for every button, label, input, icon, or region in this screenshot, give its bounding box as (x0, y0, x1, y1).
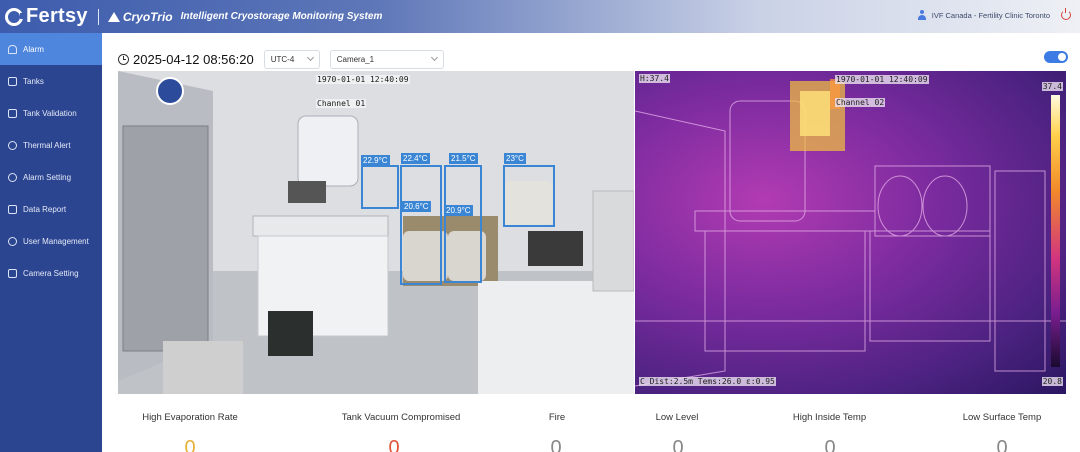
sidebar-item-camera-setting[interactable]: Camera Setting (0, 257, 102, 289)
sidebar-item-user-management[interactable]: User Management (0, 225, 102, 257)
sidebar-item-thermal-alert[interactable]: Thermal Alert (0, 129, 102, 161)
thermal-color-scale (1051, 95, 1060, 367)
main-panel: 2025-04-12 08:56:20 UTC-4 Camera_1 1970-… (102, 33, 1080, 452)
alarm-label: Fire (548, 412, 566, 423)
alarm-count[interactable]: 0 (176, 437, 204, 452)
thermal-info-bar: C Dist:2.5m Tems:26.0 ε:0.95 (639, 377, 776, 386)
logo-text: Fertsy (26, 5, 88, 27)
app-tagline: Intelligent Cryostorage Monitoring Syste… (180, 11, 383, 22)
sidebar-item-data-report[interactable]: Data Report (0, 193, 102, 225)
rgb-timestamp: 1970-01-01 12:40:09 (316, 75, 410, 84)
thermal-channel-label: Channel 02 (835, 98, 886, 107)
alarm-count[interactable]: 0 (988, 437, 1016, 452)
top-bar: Fertsy CryoTrio Intelligent Cryostorage … (0, 0, 1080, 33)
chevron-down-icon (430, 53, 438, 62)
cryotrio-logo-icon (107, 11, 120, 22)
power-icon[interactable] (1061, 8, 1071, 20)
thermal-camera-feed: H:37.4 1970-01-01 12:40:09 Channel 02 37… (635, 71, 1066, 394)
sidebar-item-label: Thermal Alert (23, 140, 71, 150)
tank-temp-label: 20.6°C (402, 201, 431, 212)
camera-views: 1970-01-01 12:40:09 Channel 01 22.9°C 22… (118, 71, 1066, 394)
thermal-timestamp: 1970-01-01 12:40:09 (835, 75, 929, 84)
thermal-icon (8, 140, 17, 150)
toolbar: 2025-04-12 08:56:20 UTC-4 Camera_1 (118, 49, 454, 69)
tank-detection-box (503, 165, 555, 227)
tank-temp-label: 22.9°C (361, 155, 390, 166)
brand2-name: CryoTrio (122, 9, 173, 24)
timezone-select[interactable]: UTC-4 (263, 49, 320, 69)
camera-icon (8, 268, 17, 278)
sidebar-item-label: Alarm Setting (23, 172, 72, 182)
tank-temp-label: 22.4°C (401, 153, 430, 164)
alarm-label: Low Surface Temp (962, 412, 1042, 423)
cryotrio-brand: CryoTrio Intelligent Cryostorage Monitor… (107, 9, 383, 24)
rgb-camera-feed: 1970-01-01 12:40:09 Channel 01 22.9°C 22… (118, 71, 634, 394)
sidebar-item-alarm[interactable]: Alarm (0, 33, 102, 65)
clock-icon (118, 53, 129, 65)
validation-icon (8, 108, 17, 118)
bell-icon (8, 44, 17, 54)
alarm-count[interactable]: 0 (664, 437, 692, 452)
tank-temp-label: 20.9°C (444, 205, 473, 216)
alarm-count[interactable]: 0 (542, 437, 570, 452)
thermal-high-value: H:37.4 (639, 74, 670, 83)
tank-detection-box (444, 165, 482, 283)
current-datetime: 2025-04-12 08:56:20 (133, 51, 254, 67)
rgb-scene (118, 71, 634, 394)
sidebar-item-label: Alarm (23, 44, 44, 54)
user-info[interactable]: IVF Canada - Fertility Clinic Toronto (917, 10, 1050, 20)
thermal-scale-max: 37.4 (1041, 82, 1063, 91)
tank-temp-label: 21.5°C (449, 153, 478, 164)
alarm-label: High Inside Temp (792, 412, 867, 423)
report-icon (8, 204, 17, 214)
rgb-channel-label: Channel 01 (316, 99, 367, 108)
sidebar-item-label: Data Report (23, 204, 67, 214)
thermal-scale-min: 20.8 (1041, 377, 1063, 386)
sidebar-item-tank-validation[interactable]: Tank Validation (0, 97, 102, 129)
camera-select[interactable]: Camera_1 (329, 49, 444, 69)
camera-value: Camera_1 (336, 54, 375, 64)
chevron-down-icon (306, 53, 314, 62)
alarm-label: Low Level (655, 412, 699, 423)
fertsy-logo: Fertsy (5, 5, 88, 28)
sidebar: Alarm Tanks Tank Validation Thermal Aler… (0, 33, 102, 452)
thermal-scene (635, 79, 1066, 387)
sidebar-item-label: Camera Setting (23, 268, 79, 278)
tank-icon (8, 76, 17, 86)
user-icon (8, 236, 17, 246)
sidebar-item-label: Tanks (23, 76, 44, 86)
alarm-count[interactable]: 0 (380, 437, 408, 452)
sidebar-item-label: User Management (23, 236, 89, 246)
live-toggle[interactable] (1044, 51, 1068, 63)
tank-temp-label: 23°C (504, 153, 526, 164)
divider (97, 8, 99, 25)
sidebar-item-tanks[interactable]: Tanks (0, 65, 102, 97)
alarm-setting-icon (8, 172, 17, 182)
timezone-value: UTC-4 (270, 54, 295, 64)
sidebar-item-alarm-setting[interactable]: Alarm Setting (0, 161, 102, 193)
fertsy-logo-icon (5, 7, 24, 26)
user-name: IVF Canada - Fertility Clinic Toronto (931, 10, 1050, 20)
alarm-count[interactable]: 0 (816, 437, 844, 452)
tank-detection-box (400, 165, 442, 285)
alarm-label: High Evaporation Rate (142, 412, 238, 423)
user-icon (917, 10, 927, 20)
sidebar-item-label: Tank Validation (23, 108, 77, 118)
tank-detection-box (361, 165, 399, 209)
alarm-label: Tank Vacuum Compromised (341, 412, 461, 423)
